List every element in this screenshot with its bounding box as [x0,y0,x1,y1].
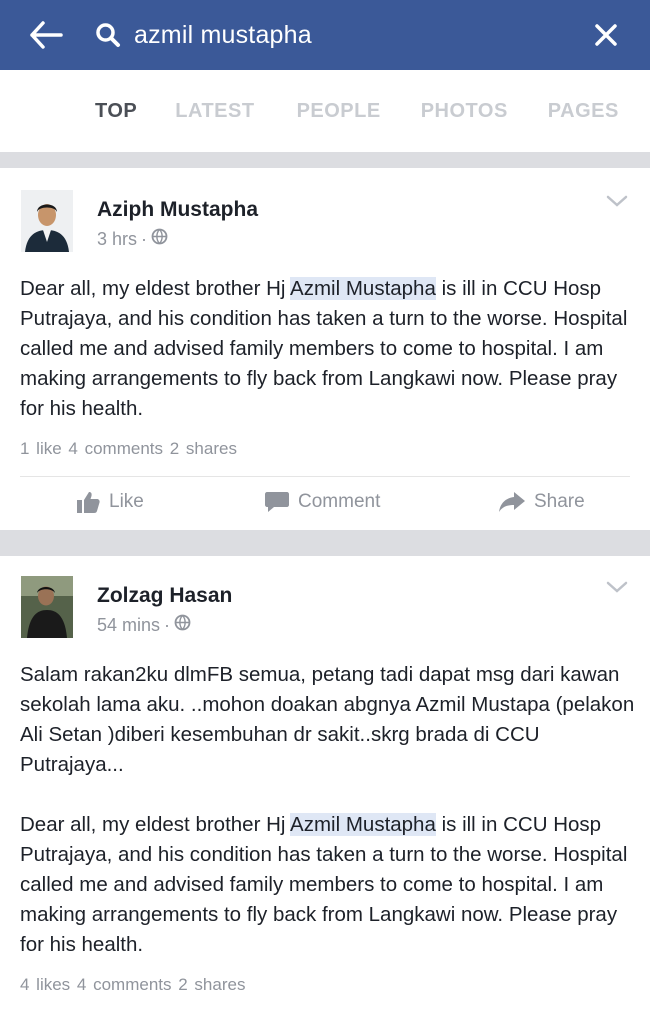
post-counts: 1 like 4 comments 2 shares [20,439,237,459]
like-count[interactable]: 1 like [20,439,62,458]
divider [20,476,630,477]
comment-count[interactable]: 4 comments [77,975,172,994]
globe-icon [151,228,168,250]
share-button[interactable]: Share [498,490,585,514]
search-highlight[interactable]: Azmil Mustapha [290,277,436,300]
thumbs-up-icon [77,492,100,513]
post-time[interactable]: 54 mins [97,615,160,636]
like-count[interactable]: 4 likes [20,975,70,994]
avatar[interactable] [21,576,73,638]
comment-count[interactable]: 4 comments [68,439,163,458]
post-card: Zolzag Hasan 54 mins · Salam rakan2ku dl… [0,556,650,1012]
avatar[interactable] [21,190,73,252]
search-input[interactable]: azmil mustapha [134,21,576,50]
post-author[interactable]: Zolzag Hasan [97,584,232,608]
share-count[interactable]: 2 shares [178,975,245,994]
arrow-left-icon[interactable] [16,0,76,70]
post-text: Dear all, my eldest brother Hj Azmil Mus… [20,277,628,420]
comment-bubble-icon [265,492,289,512]
tab-pages[interactable]: PAGES [548,100,619,123]
dot-separator: · [164,614,171,635]
comment-button[interactable]: Comment [264,490,380,514]
tab-latest[interactable]: LATEST [175,100,254,123]
like-button[interactable]: Like [75,490,144,514]
post-text: Dear all, my eldest brother Hj Azmil Mus… [20,813,628,956]
dot-separator: · [141,228,148,249]
close-icon[interactable] [576,0,636,70]
tab-photos[interactable]: PHOTOS [421,100,508,123]
post-meta: 54 mins · [97,614,191,636]
chevron-down-icon[interactable] [606,194,628,208]
search-tabs: TOP LATEST PEOPLE PHOTOS PAGES [0,70,650,152]
post-counts: 4 likes 4 comments 2 shares [20,975,245,995]
share-count[interactable]: 2 shares [170,439,237,458]
search-icon [88,0,128,70]
post-intro-text: Salam rakan2ku dlmFB semua, petang tadi … [20,663,635,776]
post-time[interactable]: 3 hrs [97,229,137,250]
chevron-down-icon[interactable] [606,580,628,594]
post-author[interactable]: Aziph Mustapha [97,198,258,222]
tab-top[interactable]: TOP [95,100,137,123]
globe-icon [174,614,191,636]
tab-people[interactable]: PEOPLE [297,100,381,123]
search-bar: azmil mustapha [0,0,650,70]
post-card: Aziph Mustapha 3 hrs · Dear all, my elde… [0,168,650,530]
search-highlight[interactable]: Azmil Mustapha [290,813,436,836]
share-arrow-icon [499,492,525,512]
post-meta: 3 hrs · [97,228,168,250]
